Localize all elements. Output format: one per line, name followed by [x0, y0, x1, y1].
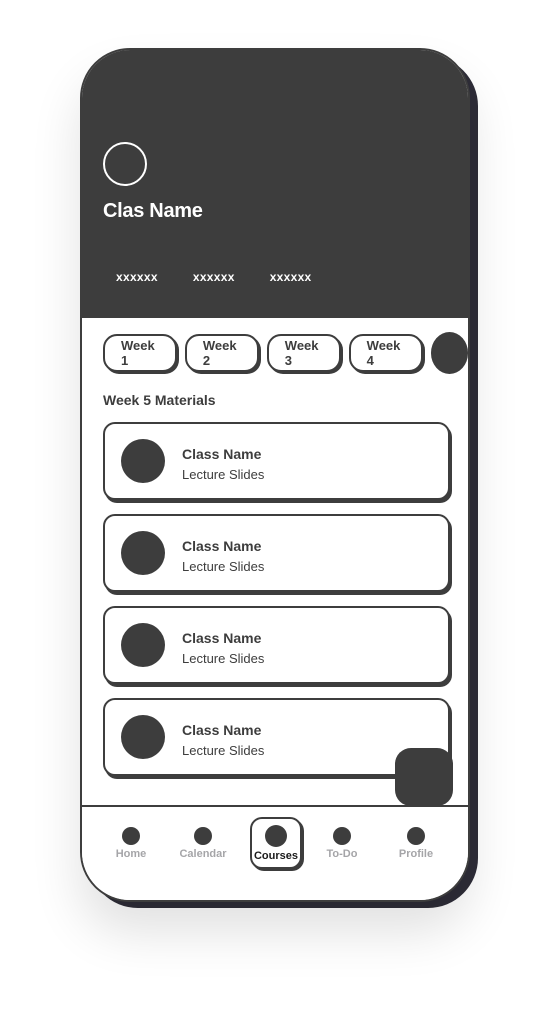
material-title: Class Name	[182, 446, 262, 462]
materials-list: Class Name Lecture Slides Class Name Lec…	[103, 422, 450, 790]
material-subtitle: Lecture Slides	[182, 743, 265, 758]
class-title: Clas Name	[103, 200, 203, 222]
nav-courses-active-box: Courses	[250, 817, 302, 869]
material-subtitle: Lecture Slides	[182, 651, 265, 666]
week-selector: Week 1 Week 2 Week 3 Week 4	[103, 332, 468, 374]
material-title: Class Name	[182, 538, 262, 554]
material-thumbnail	[121, 531, 165, 575]
week-chip-more[interactable]	[430, 332, 468, 374]
nav-todo-label: To-Do	[326, 848, 358, 860]
nav-calendar[interactable]: Calendar	[168, 807, 238, 860]
material-subtitle: Lecture Slides	[182, 467, 265, 482]
nav-courses-label: Courses	[253, 850, 299, 862]
class-avatar	[103, 142, 147, 186]
material-thumbnail	[121, 715, 165, 759]
courses-icon	[265, 825, 287, 847]
material-card[interactable]: Class Name Lecture Slides	[103, 514, 450, 592]
material-thumbnail	[121, 439, 165, 483]
material-card[interactable]: Class Name Lecture Slides	[103, 422, 450, 500]
bottom-nav: Home Calendar Courses To-Do Profile	[82, 805, 468, 900]
nav-home-label: Home	[115, 848, 147, 860]
nav-calendar-label: Calendar	[179, 848, 227, 860]
header-tab-3[interactable]: xxxxxx	[270, 270, 312, 284]
week-chip-2[interactable]: Week 2	[184, 334, 259, 372]
week-chip-3[interactable]: Week 3	[266, 334, 341, 372]
nav-todo[interactable]: To-Do	[307, 807, 377, 860]
material-thumbnail	[121, 623, 165, 667]
header-tabs: xxxxxx xxxxxx xxxxxx	[116, 270, 347, 284]
material-card[interactable]: Class Name Lecture Slides	[103, 606, 450, 684]
nav-profile[interactable]: Profile	[381, 807, 451, 860]
course-header: Clas Name xxxxxx xxxxxx xxxxxx	[82, 50, 468, 318]
home-icon	[122, 827, 140, 845]
profile-icon	[407, 827, 425, 845]
calendar-icon	[194, 827, 212, 845]
material-title: Class Name	[182, 630, 262, 646]
header-tab-1[interactable]: xxxxxx	[116, 270, 158, 284]
week-chip-1[interactable]: Week 1	[103, 334, 177, 372]
header-tab-2[interactable]: xxxxxx	[193, 270, 235, 284]
nav-courses[interactable]: Courses	[241, 807, 311, 869]
nav-home[interactable]: Home	[96, 807, 166, 860]
nav-profile-label: Profile	[398, 848, 434, 860]
section-title: Week 5 Materials	[103, 392, 216, 408]
material-subtitle: Lecture Slides	[182, 559, 265, 574]
floating-action-button[interactable]	[395, 748, 453, 806]
material-title: Class Name	[182, 722, 262, 738]
todo-icon	[333, 827, 351, 845]
week-chip-4[interactable]: Week 4	[348, 334, 423, 372]
phone-frame: Clas Name xxxxxx xxxxxx xxxxxx Week 1 We…	[80, 48, 470, 902]
